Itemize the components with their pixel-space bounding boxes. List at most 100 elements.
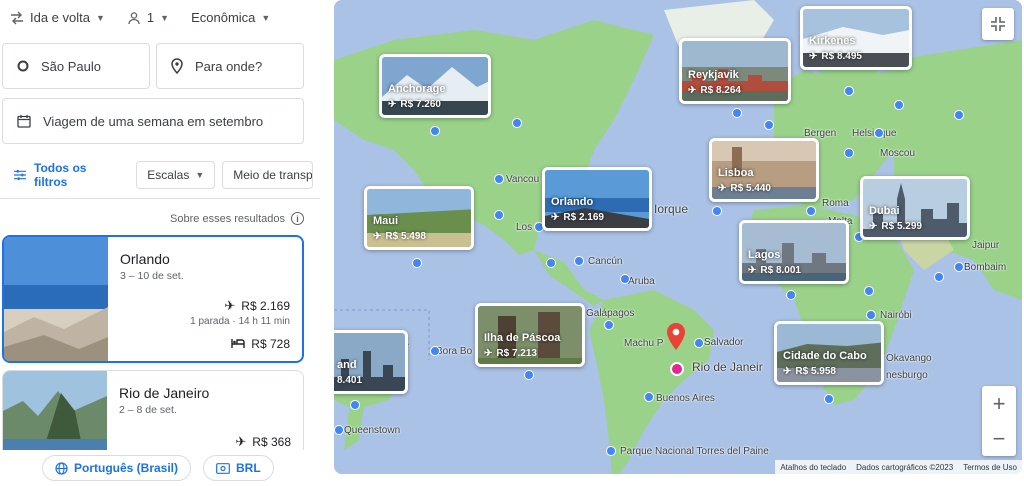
keyboard-shortcuts-link[interactable]: Atalhos do teclado	[775, 463, 851, 472]
city-label-bora-bora: Bora Bo	[436, 346, 473, 357]
origin-location-marker[interactable]	[670, 362, 684, 376]
map-destination-dot[interactable]	[350, 400, 360, 410]
map-card-anchorage[interactable]: Anchorage ✈ R$ 7.260	[379, 54, 491, 118]
zoom-in-button[interactable]: +	[982, 386, 1016, 421]
city-label-bombaim: Bombaim	[964, 262, 1007, 273]
map-card-cidade-do-cabo[interactable]: Cidade do Cabo ✈ R$ 5.958	[774, 321, 884, 385]
map-destination-dot[interactable]	[574, 256, 584, 266]
about-results[interactable]: Sobre esses resultados i	[170, 212, 304, 225]
destination-name: Lagos	[748, 249, 781, 261]
map-destination-dot[interactable]	[806, 206, 816, 216]
map-destination-dot[interactable]	[430, 346, 440, 356]
language-button[interactable]: Português (Brasil)	[42, 455, 192, 481]
city-label-cancun: Cancún	[588, 256, 623, 267]
stops-filter-chip[interactable]: Escalas ▼	[136, 161, 216, 189]
map-destination-dot[interactable]	[412, 258, 422, 268]
map-destination-dot[interactable]	[524, 370, 534, 380]
map-card-maui[interactable]: Maui ✈ R$ 5.498	[364, 186, 474, 250]
airplane-icon: ✈	[809, 51, 818, 62]
map-destination-dot[interactable]	[866, 310, 876, 320]
map-card-lagos[interactable]: Lagos ✈ R$ 8.001	[739, 220, 849, 284]
map-card-lisboa[interactable]: Lisboa ✈ R$ 5.440	[709, 138, 819, 202]
map-destination-dot[interactable]	[712, 206, 722, 216]
map-destination-dot[interactable]	[334, 425, 344, 435]
airplane-icon: ✈	[373, 231, 382, 242]
map-destination-dot[interactable]	[546, 258, 556, 268]
map-destination-dot[interactable]	[934, 272, 944, 282]
filters-bar: Todos os filtros Escalas ▼ Meio de trans…	[0, 160, 320, 190]
price-value: R$ 8.495	[821, 51, 862, 62]
passengers-select[interactable]: 1 ▼	[127, 10, 169, 25]
map-destination-dot[interactable]	[620, 274, 630, 284]
swap-arrows-icon	[11, 11, 23, 24]
zoom-out-button[interactable]: −	[982, 421, 1016, 456]
destination-field[interactable]: Para onde?	[156, 43, 304, 89]
chevron-down-icon: ▼	[160, 12, 170, 23]
origin-circle-icon	[17, 60, 29, 72]
map-destination-dot[interactable]	[604, 320, 614, 330]
map-destination-dot[interactable]	[954, 262, 964, 272]
city-label-vancouver: Vancou	[506, 174, 540, 185]
destination-price: ✈ R$ 5.440	[718, 183, 771, 194]
explore-map[interactable]: Bergen Helsinque Moscou Roma Malta Vanco…	[334, 0, 1022, 474]
map-destination-dot[interactable]	[644, 392, 654, 402]
price-value: 8.401	[337, 375, 363, 386]
terms-link[interactable]: Termos de Uso	[958, 463, 1022, 472]
stops-label: Escalas	[147, 168, 190, 182]
result-card-orlando[interactable]: Orlando 3 – 10 de set. ✈ R$ 2.169 1 para…	[2, 235, 304, 363]
destination-price: ✈ R$ 8.495	[809, 51, 862, 62]
map-destination-dot[interactable]	[824, 394, 834, 404]
map-card-kirkenes[interactable]: Kirkenes ✈ R$ 8.495	[800, 6, 912, 70]
person-icon	[128, 11, 140, 24]
map-destination-dot[interactable]	[954, 110, 964, 120]
result-card-rio[interactable]: Rio de Janeiro 2 – 8 de set. ✈ R$ 368	[2, 370, 304, 450]
airplane-icon: ✈	[224, 298, 236, 313]
map-destination-dot[interactable]	[786, 290, 796, 300]
origin-field[interactable]: São Paulo	[2, 43, 150, 89]
globe-icon	[55, 461, 68, 475]
map-destination-dot[interactable]	[512, 118, 522, 128]
collapse-icon	[991, 17, 1005, 31]
currency-button[interactable]: BRL	[203, 455, 274, 481]
map-destination-dot[interactable]	[874, 128, 884, 138]
dates-value: Viagem de uma semana em setembro	[43, 113, 264, 129]
airplane-icon: ✈	[869, 221, 878, 232]
language-label: Português (Brasil)	[74, 461, 179, 475]
map-destination-dot[interactable]	[732, 108, 742, 118]
map-destination-dot[interactable]	[694, 338, 704, 348]
map-data-text: Dados cartográficos ©2023	[856, 462, 954, 472]
map-card-ilha-de-pascoa[interactable]: Ilha de Páscoa ✈ R$ 7.213	[475, 303, 585, 367]
origin-pin-icon	[667, 323, 685, 350]
flight-price: R$ 368	[252, 435, 291, 449]
map-destination-dot[interactable]	[844, 148, 854, 158]
fullscreen-button[interactable]	[982, 8, 1014, 40]
map-destination-dot[interactable]	[606, 446, 616, 456]
all-filters-button[interactable]: Todos os filtros	[14, 161, 116, 189]
map-card-reykjavik[interactable]: Reykjavik ✈ R$ 8.264	[679, 38, 791, 104]
transport-filter-chip[interactable]: Meio de transporte	[222, 161, 313, 189]
info-icon: i	[291, 212, 304, 225]
zoom-controls: + −	[982, 386, 1016, 456]
cabin-select[interactable]: Econômica ▼	[191, 10, 270, 25]
trip-type-select[interactable]: Ida e volta ▼	[10, 10, 105, 25]
destination-price: ✈ R$ 8.264	[688, 85, 741, 96]
map-destination-dot[interactable]	[494, 174, 504, 184]
map-card-orlando[interactable]: Orlando ✈ R$ 2.169	[542, 167, 652, 231]
airplane-icon: ✈	[484, 348, 493, 359]
dates-field[interactable]: Viagem de uma semana em setembro	[2, 98, 304, 144]
map-destination-dot[interactable]	[864, 286, 874, 296]
map-destination-dot[interactable]	[430, 126, 440, 136]
airplane-icon: ✈	[783, 366, 792, 377]
map-card-dubai[interactable]: Dubai ✈ R$ 5.299	[860, 176, 970, 240]
city-label-machu-picchu: Machu P	[624, 338, 664, 349]
map-destination-dot[interactable]	[494, 210, 504, 220]
map-destination-dot[interactable]	[844, 86, 854, 96]
calendar-icon	[17, 114, 31, 128]
destination-price: ✈ R$ 7.213	[484, 348, 537, 359]
city-label-galapagos: Galápagos	[586, 308, 635, 319]
result-info: Rio de Janeiro 2 – 8 de set. ✈ R$ 368	[119, 371, 291, 450]
map-destination-dot[interactable]	[894, 100, 904, 110]
map-card-partial[interactable]: and 8.401	[334, 330, 408, 394]
map-destination-dot[interactable]	[764, 120, 774, 130]
airplane-icon: ✈	[235, 434, 247, 449]
